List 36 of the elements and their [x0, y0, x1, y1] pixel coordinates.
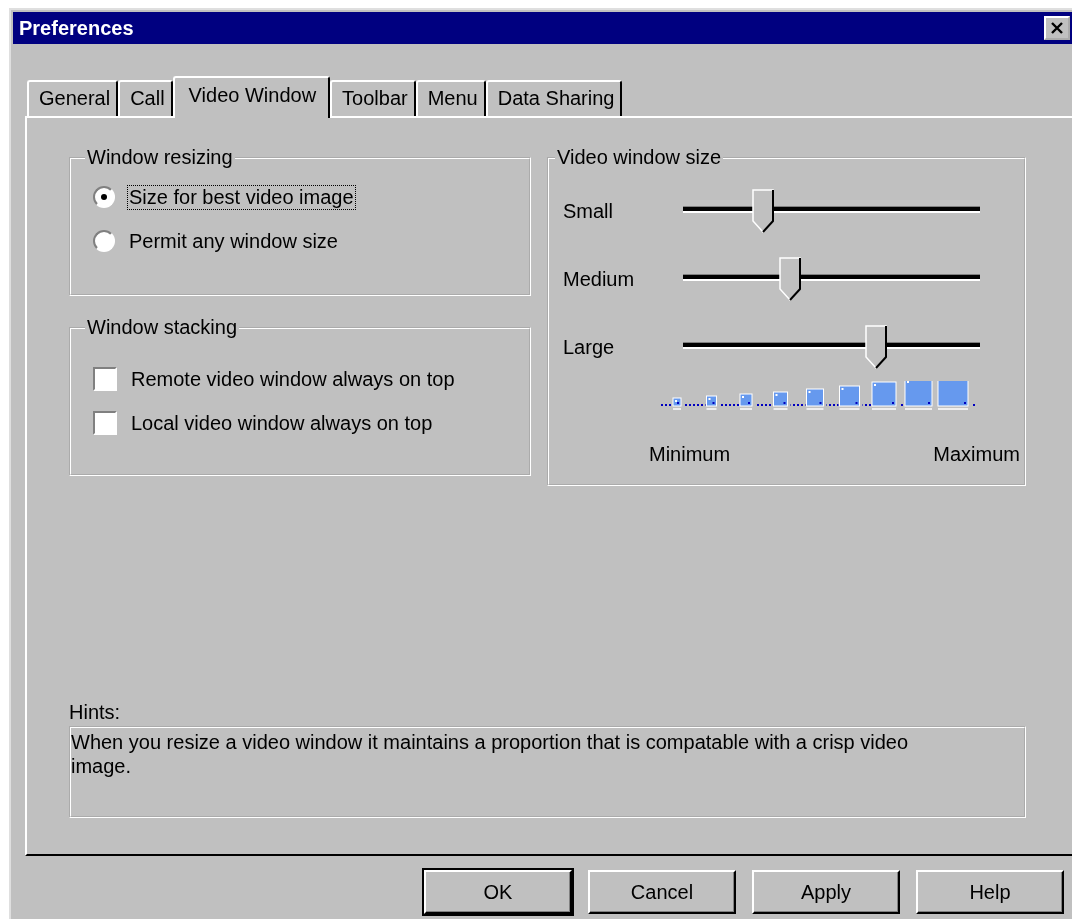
radio-button[interactable] — [93, 186, 115, 208]
dialog-button[interactable]: Cancel — [588, 870, 736, 914]
slider-thumb[interactable] — [778, 257, 801, 301]
maximum-label: Maximum — [933, 443, 1020, 466]
radio-label[interactable]: Permit any window size — [127, 228, 340, 254]
slider[interactable] — [683, 257, 980, 301]
slider-label: Medium — [563, 267, 636, 291]
minimum-label: Minimum — [649, 443, 731, 466]
radio-label[interactable]: Size for best video image — [127, 184, 356, 210]
checkbox[interactable] — [93, 411, 117, 435]
slider-thumb[interactable] — [752, 189, 775, 233]
slider[interactable] — [683, 189, 980, 233]
slider-label: Small — [563, 199, 614, 223]
dialog-button[interactable]: Help — [916, 870, 1064, 914]
hints-label: Hints: — [69, 701, 122, 724]
tab[interactable]: General — [27, 80, 119, 116]
slider[interactable] — [683, 325, 980, 369]
window-title: Preferences — [19, 16, 134, 40]
tab[interactable]: Menu — [415, 80, 486, 116]
hint-text: When you resize a video window it maintains a proportion that is compatable with a crisp video image. — [71, 731, 909, 777]
checkbox-label[interactable]: Remote video window always on top — [129, 366, 457, 392]
checkbox-label[interactable]: Local video window always on top — [129, 410, 435, 436]
slider-thumb[interactable] — [865, 325, 888, 369]
radio-button[interactable] — [93, 230, 115, 252]
tab[interactable]: Video Window — [172, 76, 331, 118]
tab[interactable]: Data Sharing — [485, 80, 623, 116]
close-button[interactable] — [1044, 16, 1070, 40]
group-title: Window resizing — [86, 146, 234, 169]
group-title: Video window size — [556, 146, 723, 169]
tab[interactable]: Toolbar — [330, 80, 416, 116]
group-title: Window stacking — [86, 316, 239, 339]
close-icon — [1050, 22, 1064, 34]
slider-label: Large — [563, 335, 616, 359]
checkbox[interactable] — [93, 367, 117, 391]
dialog-button[interactable]: OK — [424, 870, 572, 914]
dialog-button[interactable]: Apply — [752, 870, 900, 914]
